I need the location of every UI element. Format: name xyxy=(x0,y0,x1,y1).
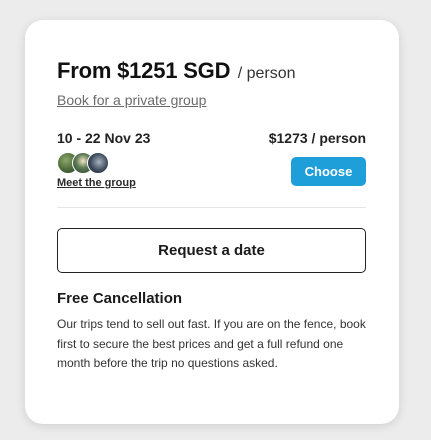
price-line: From $1251 SGD / person xyxy=(57,58,296,84)
avatar xyxy=(87,152,109,174)
price-from: From $1251 SGD xyxy=(57,58,231,83)
departure-price: $1273 / person xyxy=(268,130,366,146)
choose-button[interactable]: Choose xyxy=(291,157,366,186)
free-cancellation-text: Our trips tend to sell out fast. If you … xyxy=(57,317,366,370)
divider xyxy=(57,207,366,208)
free-cancellation-title: Free Cancellation xyxy=(57,290,183,307)
book-private-group-link[interactable]: Book for a private group xyxy=(57,92,206,108)
per-person-label: / person xyxy=(237,65,296,82)
request-date-button[interactable]: Request a date xyxy=(57,228,366,273)
meet-the-group-link[interactable]: Meet the group xyxy=(57,177,136,189)
departure-dates: 10 - 22 Nov 23 xyxy=(57,130,151,146)
booking-card: From $1251 SGD / person Book for a priva… xyxy=(25,20,399,424)
group-avatars[interactable] xyxy=(57,152,117,174)
